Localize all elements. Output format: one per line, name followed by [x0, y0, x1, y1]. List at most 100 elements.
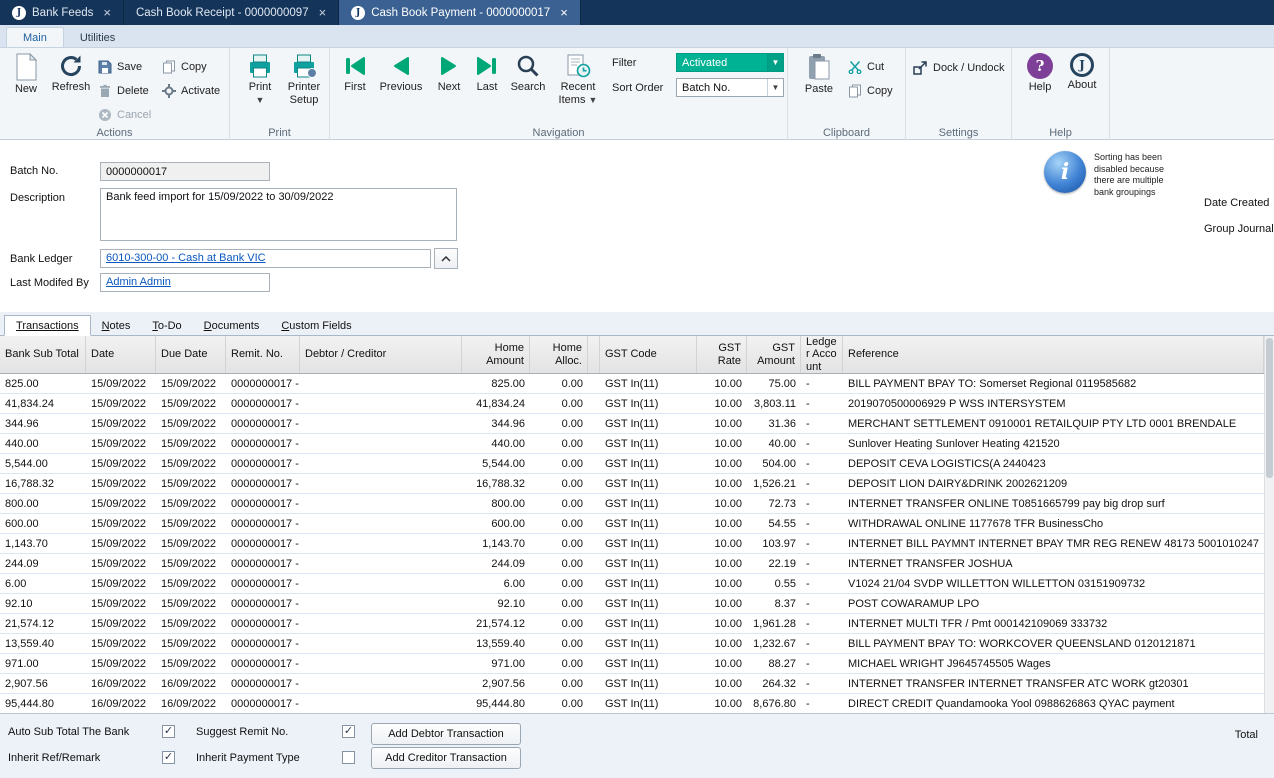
grid-cell-remit_no[interactable]: 0000000017 - 4: [226, 374, 300, 393]
grid-cell-due_date[interactable]: 15/09/2022: [156, 454, 226, 473]
grid-cell-debtor_creditor[interactable]: [300, 434, 462, 453]
grid-cell-debtor_creditor[interactable]: [300, 394, 462, 413]
grid-header-home_alloc[interactable]: Home Alloc.: [530, 336, 588, 373]
grid-cell-gst_amount[interactable]: 8,676.80: [747, 694, 801, 713]
grid-cell-spacer[interactable]: [588, 534, 600, 553]
grid-row[interactable]: 5,544.0015/09/202215/09/20220000000017 -…: [0, 454, 1264, 474]
grid-cell-home_amount[interactable]: 971.00: [462, 654, 530, 673]
grid-row[interactable]: 800.0015/09/202215/09/20220000000017 - 5…: [0, 494, 1264, 514]
grid-cell-gst_code[interactable]: GST In(11): [600, 454, 697, 473]
grid-cell-gst_amount[interactable]: 54.55: [747, 514, 801, 533]
next-button[interactable]: Next: [430, 53, 468, 94]
grid-cell-reference[interactable]: WITHDRAWAL ONLINE 1177678 TFR BusinessCh…: [843, 514, 1264, 533]
grid-cell-due_date[interactable]: 15/09/2022: [156, 614, 226, 633]
grid-cell-remit_no[interactable]: 0000000017 - 5: [226, 534, 300, 553]
grid-cell-bank_sub_total[interactable]: 825.00: [0, 374, 86, 393]
grid-cell-ledger_account[interactable]: -: [801, 634, 843, 653]
grid-header-remit_no[interactable]: Remit. No.: [226, 336, 300, 373]
last-modified-by-field[interactable]: Admin Admin: [100, 273, 270, 292]
grid-cell-bank_sub_total[interactable]: 13,559.40: [0, 634, 86, 653]
grid-cell-date[interactable]: 15/09/2022: [86, 554, 156, 573]
grid-row[interactable]: 1,143.7015/09/202215/09/20220000000017 -…: [0, 534, 1264, 554]
grid-cell-debtor_creditor[interactable]: [300, 474, 462, 493]
grid-cell-gst_code[interactable]: GST In(11): [600, 654, 697, 673]
grid-cell-gst_rate[interactable]: 10.00: [697, 454, 747, 473]
grid-cell-gst_code[interactable]: GST In(11): [600, 554, 697, 573]
grid-cell-home_alloc[interactable]: 0.00: [530, 414, 588, 433]
grid-cell-reference[interactable]: DEPOSIT CEVA LOGISTICS(A 2440423: [843, 454, 1264, 473]
grid-cell-reference[interactable]: 2019070500006929 P WSS INTERSYSTEM: [843, 394, 1264, 413]
grid-cell-bank_sub_total[interactable]: 971.00: [0, 654, 86, 673]
grid-cell-home_alloc[interactable]: 0.00: [530, 514, 588, 533]
search-button[interactable]: Search: [506, 53, 550, 94]
grid-cell-spacer[interactable]: [588, 674, 600, 693]
grid-cell-remit_no[interactable]: 0000000017 - 5: [226, 594, 300, 613]
copy-button[interactable]: Copy: [162, 60, 207, 74]
grid-cell-home_alloc[interactable]: 0.00: [530, 694, 588, 713]
grid-cell-remit_no[interactable]: 0000000017 - 5: [226, 494, 300, 513]
grid-cell-spacer[interactable]: [588, 614, 600, 633]
grid-cell-date[interactable]: 16/09/2022: [86, 674, 156, 693]
grid-cell-bank_sub_total[interactable]: 440.00: [0, 434, 86, 453]
grid-cell-debtor_creditor[interactable]: [300, 654, 462, 673]
grid-cell-gst_amount[interactable]: 0.55: [747, 574, 801, 593]
grid-cell-ledger_account[interactable]: -: [801, 694, 843, 713]
grid-cell-gst_amount[interactable]: 504.00: [747, 454, 801, 473]
grid-header-gst_amount[interactable]: GST Amount: [747, 336, 801, 373]
tab-notes[interactable]: Notes: [91, 316, 142, 335]
delete-button[interactable]: Delete: [98, 84, 149, 98]
grid-cell-date[interactable]: 15/09/2022: [86, 394, 156, 413]
grid-cell-reference[interactable]: Sunlover Heating Sunlover Heating 421520: [843, 434, 1264, 453]
grid-cell-spacer[interactable]: [588, 514, 600, 533]
grid-cell-ledger_account[interactable]: -: [801, 574, 843, 593]
grid-cell-debtor_creditor[interactable]: [300, 534, 462, 553]
grid-header-gst_rate[interactable]: GST Rate: [697, 336, 747, 373]
grid-cell-debtor_creditor[interactable]: [300, 594, 462, 613]
grid-cell-gst_rate[interactable]: 10.00: [697, 594, 747, 613]
grid-cell-gst_amount[interactable]: 72.73: [747, 494, 801, 513]
grid-row[interactable]: 2,907.5616/09/202216/09/20220000000017 -…: [0, 674, 1264, 694]
add-debtor-transaction-button[interactable]: Add Debtor Transaction: [371, 723, 521, 745]
grid-cell-ledger_account[interactable]: -: [801, 374, 843, 393]
grid-cell-gst_code[interactable]: GST In(11): [600, 674, 697, 693]
grid-cell-gst_code[interactable]: GST In(11): [600, 574, 697, 593]
tab-todo[interactable]: To-Do: [141, 316, 192, 335]
grid-cell-spacer[interactable]: [588, 434, 600, 453]
grid-cell-ledger_account[interactable]: -: [801, 534, 843, 553]
grid-cell-date[interactable]: 15/09/2022: [86, 374, 156, 393]
grid-header-due_date[interactable]: Due Date: [156, 336, 226, 373]
grid-cell-date[interactable]: 15/09/2022: [86, 654, 156, 673]
grid-cell-gst_rate[interactable]: 10.00: [697, 574, 747, 593]
grid-cell-gst_code[interactable]: GST In(11): [600, 494, 697, 513]
add-creditor-transaction-button[interactable]: Add Creditor Transaction: [371, 747, 521, 769]
grid-cell-gst_rate[interactable]: 10.00: [697, 554, 747, 573]
grid-cell-home_amount[interactable]: 5,544.00: [462, 454, 530, 473]
suggest-remit-no-checkbox[interactable]: ✓: [342, 725, 355, 738]
grid-cell-home_alloc[interactable]: 0.00: [530, 454, 588, 473]
grid-cell-reference[interactable]: BILL PAYMENT BPAY TO: Somerset Regional …: [843, 374, 1264, 393]
grid-cell-reference[interactable]: INTERNET TRANSFER JOSHUA: [843, 554, 1264, 573]
grid-header-bank_sub_total[interactable]: Bank Sub Total: [0, 336, 86, 373]
grid-header-debtor_creditor[interactable]: Debtor / Creditor: [300, 336, 462, 373]
grid-cell-spacer[interactable]: [588, 634, 600, 653]
grid-cell-gst_rate[interactable]: 10.00: [697, 394, 747, 413]
activate-button[interactable]: Activate: [162, 84, 220, 98]
grid-cell-home_amount[interactable]: 13,559.40: [462, 634, 530, 653]
recent-items-button[interactable]: Recent Items ▼: [552, 53, 604, 106]
grid-cell-due_date[interactable]: 15/09/2022: [156, 574, 226, 593]
grid-cell-gst_amount[interactable]: 8.37: [747, 594, 801, 613]
sort-order-select[interactable]: Batch No. ▼: [676, 78, 784, 97]
grid-cell-remit_no[interactable]: 0000000017 - 5: [226, 654, 300, 673]
print-button[interactable]: Print ▼: [238, 53, 282, 105]
ribbon-tab-main[interactable]: Main: [6, 27, 64, 47]
grid-row[interactable]: 41,834.2415/09/202215/09/20220000000017 …: [0, 394, 1264, 414]
grid-cell-gst_code[interactable]: GST In(11): [600, 634, 697, 653]
grid-row[interactable]: 16,788.3215/09/202215/09/20220000000017 …: [0, 474, 1264, 494]
grid-cell-bank_sub_total[interactable]: 16,788.32: [0, 474, 86, 493]
grid-cell-bank_sub_total[interactable]: 5,544.00: [0, 454, 86, 473]
grid-cell-due_date[interactable]: 15/09/2022: [156, 414, 226, 433]
grid-cell-bank_sub_total[interactable]: 2,907.56: [0, 674, 86, 693]
grid-cell-ledger_account[interactable]: -: [801, 514, 843, 533]
grid-cell-gst_rate[interactable]: 10.00: [697, 434, 747, 453]
grid-cell-due_date[interactable]: 15/09/2022: [156, 534, 226, 553]
